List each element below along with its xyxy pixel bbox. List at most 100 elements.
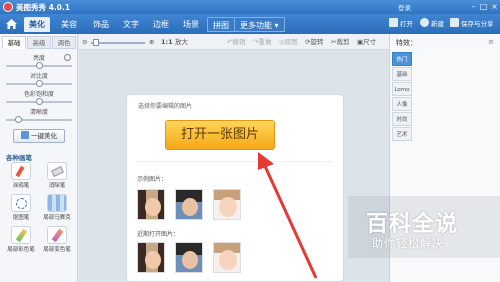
- left-panel: 基础 高级 调色 亮度 对比度 色彩饱和度 清晰度 一键美化 各种画笔 涂鸦笔 …: [0, 34, 78, 282]
- open-label: 打开: [400, 20, 413, 28]
- canvas-toolbar: ⊖ ⊕ 1:1 放大 ↶撤销 ↷重做 ◎原图 ⟳旋转 ✂裁剪 ▣尺寸: [79, 34, 389, 50]
- new-button[interactable]: 新建: [420, 18, 444, 30]
- sample-images-label: 示例图片：: [137, 176, 168, 183]
- tab-text[interactable]: 文字: [118, 17, 144, 32]
- new-label: 新建: [431, 20, 444, 28]
- beautify-label: 一键美化: [31, 132, 57, 140]
- size-button[interactable]: ▣尺寸: [357, 37, 376, 47]
- effects-tab-art[interactable]: 艺术: [392, 127, 412, 141]
- tab-accessories[interactable]: 饰品: [88, 17, 114, 32]
- app-logo-icon: [3, 2, 13, 12]
- sample-image-2[interactable]: [175, 189, 203, 220]
- slider-knob[interactable]: [36, 98, 43, 105]
- saturation-slider[interactable]: 色彩饱和度: [6, 91, 72, 105]
- watermark-subtitle: 助你轻松解决: [372, 237, 444, 250]
- eraser-brush-tool[interactable]: 消除笔: [40, 162, 74, 192]
- choose-image-text: 选择你要编辑的图片: [138, 103, 193, 110]
- brush-section-title: 各种画笔: [6, 154, 32, 162]
- undo-label: 撤销: [232, 38, 246, 46]
- panel-options-icon[interactable]: ≡: [488, 38, 494, 46]
- cutout-icon: [11, 194, 31, 212]
- color-brush-icon: [11, 226, 31, 244]
- zoom-in-icon[interactable]: ⊕: [149, 37, 154, 47]
- actual-size-button[interactable]: 1:1: [161, 37, 173, 47]
- rotate-label: 旋转: [310, 38, 324, 46]
- recent-images-label: 近期打开图片：: [137, 231, 180, 238]
- zoom-out-icon[interactable]: ⊖: [82, 37, 87, 47]
- effects-tab-fashion[interactable]: 时尚: [392, 112, 412, 126]
- slider-knob[interactable]: [36, 62, 43, 69]
- one-click-beautify-button[interactable]: 一键美化: [13, 129, 65, 143]
- new-plus-icon: [420, 18, 429, 27]
- effects-tab-basic[interactable]: 基础: [392, 67, 412, 81]
- subtab-advanced[interactable]: 高级: [27, 36, 51, 49]
- recolor-brush-tool[interactable]: 局部变色笔: [40, 226, 74, 256]
- original-label: 原图: [284, 38, 298, 46]
- effects-tab-portrait[interactable]: 人像: [392, 97, 412, 111]
- brightness-slider[interactable]: 亮度: [6, 55, 72, 69]
- login-link[interactable]: 登录: [398, 2, 411, 12]
- magic-wand-icon: [21, 131, 29, 139]
- open-button[interactable]: 打开: [389, 18, 413, 30]
- title-bar: 美图秀秀 4.0.1 登录 – □ ×: [0, 0, 500, 14]
- enlarge-button[interactable]: 放大: [175, 37, 188, 47]
- size-label: 尺寸: [363, 38, 377, 46]
- tab-border[interactable]: 边框: [148, 17, 174, 32]
- tool-label: 涂鸦笔: [12, 183, 30, 189]
- sample-image-3[interactable]: [213, 189, 241, 220]
- adjust-subtabs: 基础 高级 调色: [2, 36, 76, 49]
- rotate-button[interactable]: ⟳旋转: [305, 37, 323, 47]
- open-image-button[interactable]: 打开一张图片: [165, 120, 275, 150]
- doodle-pen-icon: [11, 162, 31, 180]
- doodle-brush-tool[interactable]: 涂鸦笔: [4, 162, 38, 192]
- home-icon[interactable]: [5, 18, 18, 30]
- tool-label: 局部变色笔: [43, 247, 71, 253]
- app-title: 美图秀秀 4.0.1: [16, 3, 70, 12]
- redo-button[interactable]: ↷重做: [253, 37, 271, 47]
- sharpness-slider[interactable]: 清晰度: [6, 109, 72, 123]
- undo-button[interactable]: ↶撤销: [227, 37, 245, 47]
- color-brush-tool[interactable]: 局部彩色笔: [4, 226, 38, 256]
- subtab-basic[interactable]: 基础: [2, 36, 26, 49]
- effects-tab-popular[interactable]: 热门: [392, 52, 412, 66]
- mosaic-icon: [47, 194, 67, 212]
- maximize-button[interactable]: □: [478, 1, 489, 12]
- tab-collage[interactable]: 拼图: [207, 17, 235, 32]
- tool-label: 局部彩色笔: [7, 247, 35, 253]
- slider-knob[interactable]: [14, 116, 22, 123]
- sample-image-1[interactable]: [137, 189, 165, 220]
- subtab-color[interactable]: 调色: [52, 36, 76, 49]
- save-icon: [450, 18, 459, 27]
- cutout-brush-tool[interactable]: 抠图笔: [4, 194, 38, 224]
- contrast-slider[interactable]: 对比度: [6, 73, 72, 87]
- save-label: 保存与分享: [461, 20, 494, 28]
- tool-label: 消除笔: [48, 183, 66, 189]
- recent-image-3[interactable]: [213, 242, 241, 273]
- original-button[interactable]: ◎原图: [279, 37, 298, 47]
- crop-label: 裁剪: [336, 38, 350, 46]
- main-toolbar: 美化 美容 饰品 文字 边框 场景 拼图 更多功能 ▾ 打开 新建 保存与分享: [0, 14, 500, 34]
- recent-image-2[interactable]: [175, 242, 203, 273]
- save-share-button[interactable]: 保存与分享: [450, 18, 494, 30]
- recent-image-1[interactable]: [137, 242, 165, 273]
- tab-scene[interactable]: 场景: [178, 17, 204, 32]
- more-features-menu[interactable]: 更多功能 ▾: [234, 17, 285, 32]
- watermark-title: 百科全说: [366, 212, 459, 237]
- open-folder-icon: [389, 18, 398, 27]
- redo-label: 重做: [258, 38, 272, 46]
- close-button[interactable]: ×: [489, 1, 500, 12]
- mosaic-brush-tool[interactable]: 局部马赛克: [40, 194, 74, 224]
- tab-cosmetic[interactable]: 美容: [56, 17, 82, 32]
- slider-knob[interactable]: [36, 80, 43, 87]
- red-arrow-annotation: [258, 152, 318, 279]
- tool-label: 局部马赛克: [43, 215, 71, 221]
- effects-title: 特效：: [396, 39, 417, 47]
- tab-beautify[interactable]: 美化: [24, 17, 50, 32]
- tool-label: 抠图笔: [12, 215, 30, 221]
- crop-button[interactable]: ✂裁剪: [331, 37, 349, 47]
- effects-tab-lomo[interactable]: Lomo: [392, 82, 412, 96]
- recolor-brush-icon: [47, 226, 67, 244]
- zoom-knob[interactable]: [93, 39, 99, 46]
- eraser-icon: [47, 162, 67, 180]
- zoom-slider[interactable]: [91, 42, 145, 44]
